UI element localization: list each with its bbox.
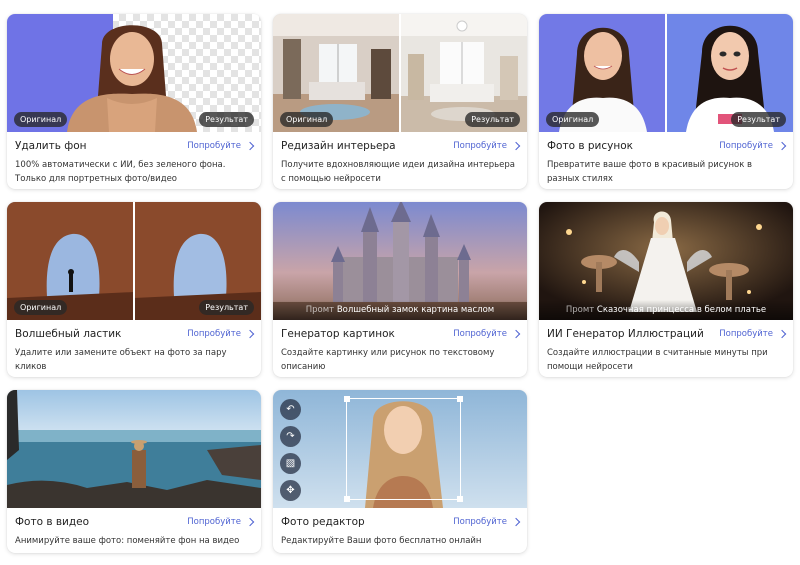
card-image: Оригинал Результат: [539, 14, 793, 132]
try-label: Попробуйте: [453, 328, 507, 339]
split-divider: [399, 14, 401, 132]
try-button[interactable]: Попробуйте: [719, 140, 787, 151]
card-description: 100% автоматически с ИИ, без зеленого фо…: [15, 160, 226, 184]
chevron-right-icon: [245, 329, 255, 338]
card-title: Фото в рисунок: [547, 139, 633, 152]
prompt-caption: Промт Сказочная принцесса в белом платье: [539, 300, 793, 320]
card-magic-eraser[interactable]: Оригинал Результат Волшебный ластик Попр…: [7, 202, 261, 377]
card-illustration-generator[interactable]: Промт Сказочная принцесса в белом платье…: [539, 202, 793, 377]
original-badge: Оригинал: [14, 112, 68, 127]
card-image: Оригинал Результат: [7, 202, 261, 320]
try-button[interactable]: Попробуйте: [453, 140, 521, 151]
card-image: ↶ ↷ ▧ ✥: [273, 390, 527, 508]
try-label: Попробуйте: [453, 516, 507, 527]
card-title: Волшебный ластик: [15, 327, 122, 340]
prompt-label: Промт: [305, 305, 335, 315]
chevron-right-icon: [511, 517, 521, 526]
card-description: Создайте картинку или рисунок по текстов…: [281, 348, 495, 372]
crop-frame[interactable]: [344, 396, 463, 502]
chevron-right-icon: [245, 141, 255, 150]
try-button[interactable]: Попробуйте: [719, 328, 787, 339]
prompt-caption: Промт Волшебный замок картина маслом: [273, 300, 527, 320]
redo-icon[interactable]: ↷: [280, 426, 301, 447]
original-badge: Оригинал: [546, 112, 600, 127]
crop-handle-top-right[interactable]: [457, 396, 463, 402]
card-description: Удалите или замените объект на фото за п…: [15, 348, 227, 372]
card-description: Создайте иллюстрации в считанные минуты …: [547, 348, 768, 372]
card-description: Получите вдохновляющие идеи дизайна инте…: [281, 160, 516, 184]
crop-handle-bottom-right[interactable]: [457, 496, 463, 502]
card-remove-background[interactable]: Оригинал Результат Удалить фон Попробуйт…: [7, 14, 261, 189]
move-icon[interactable]: ✥: [280, 480, 301, 501]
card-title: Фото редактор: [281, 515, 365, 528]
chevron-right-icon: [245, 517, 255, 526]
seaside-woman-image: [7, 390, 261, 508]
card-image: Оригинал Результат: [7, 14, 261, 132]
original-badge: Оригинал: [14, 300, 68, 315]
card-description: Превратите ваше фото в красивый рисунок …: [547, 160, 753, 184]
original-badge: Оригинал: [280, 112, 334, 127]
chevron-right-icon: [777, 329, 787, 338]
try-label: Попробуйте: [719, 140, 773, 151]
card-description: Редактируйте Ваши фото бесплатно онлайн: [281, 536, 482, 546]
prompt-text: Волшебный замок картина маслом: [336, 305, 495, 315]
card-title: Фото в видео: [15, 515, 90, 528]
card-description: Анимируйте ваше фото: поменяйте фон на в…: [15, 536, 240, 546]
undo-icon[interactable]: ↶: [280, 399, 301, 420]
card-title: Генератор картинок: [281, 327, 395, 340]
try-label: Попробуйте: [453, 140, 507, 151]
chevron-right-icon: [511, 329, 521, 338]
prompt-label: Промт: [565, 305, 595, 315]
split-divider: [133, 202, 135, 320]
result-badge: Результат: [465, 112, 520, 127]
card-title: ИИ Генератор Иллюстраций: [547, 327, 704, 340]
try-button[interactable]: Попробуйте: [187, 516, 255, 527]
try-label: Попробуйте: [719, 328, 773, 339]
card-image: Промт Сказочная принцесса в белом платье: [539, 202, 793, 320]
try-label: Попробуйте: [187, 516, 241, 527]
card-image: Оригинал Результат: [273, 14, 527, 132]
card-image: [7, 390, 261, 508]
card-image: Промт Волшебный замок картина маслом: [273, 202, 527, 320]
card-photo-to-video[interactable]: Фото в видео Попробуйте Анимируйте ваше …: [7, 390, 261, 553]
crop-handle-top-left[interactable]: [344, 396, 350, 402]
result-badge: Результат: [199, 112, 254, 127]
split-divider: [665, 14, 667, 132]
try-label: Попробуйте: [187, 328, 241, 339]
try-button[interactable]: Попробуйте: [453, 516, 521, 527]
try-button[interactable]: Попробуйте: [187, 140, 255, 151]
card-interior-redesign[interactable]: Оригинал Результат Редизайн интерьера По…: [273, 14, 527, 189]
editor-toolbar: ↶ ↷ ▧ ✥: [280, 399, 301, 501]
prompt-text: Сказочная принцесса в белом платье: [596, 305, 767, 315]
crop-handle-bottom-left[interactable]: [344, 496, 350, 502]
card-photo-to-drawing[interactable]: Оригинал Результат Фото в рисунок Попроб…: [539, 14, 793, 189]
chevron-right-icon: [511, 141, 521, 150]
card-image-generator[interactable]: Промт Волшебный замок картина маслом Ген…: [273, 202, 527, 377]
try-button[interactable]: Попробуйте: [453, 328, 521, 339]
try-button[interactable]: Попробуйте: [187, 328, 255, 339]
try-label: Попробуйте: [187, 140, 241, 151]
card-photo-editor[interactable]: ↶ ↷ ▧ ✥ Фото редактор Попробуйте Редакти…: [273, 390, 527, 553]
card-title: Редизайн интерьера: [281, 139, 396, 152]
image-icon[interactable]: ▧: [280, 453, 301, 474]
result-badge: Результат: [199, 300, 254, 315]
chevron-right-icon: [777, 141, 787, 150]
result-badge: Результат: [731, 112, 786, 127]
card-title: Удалить фон: [15, 139, 87, 152]
